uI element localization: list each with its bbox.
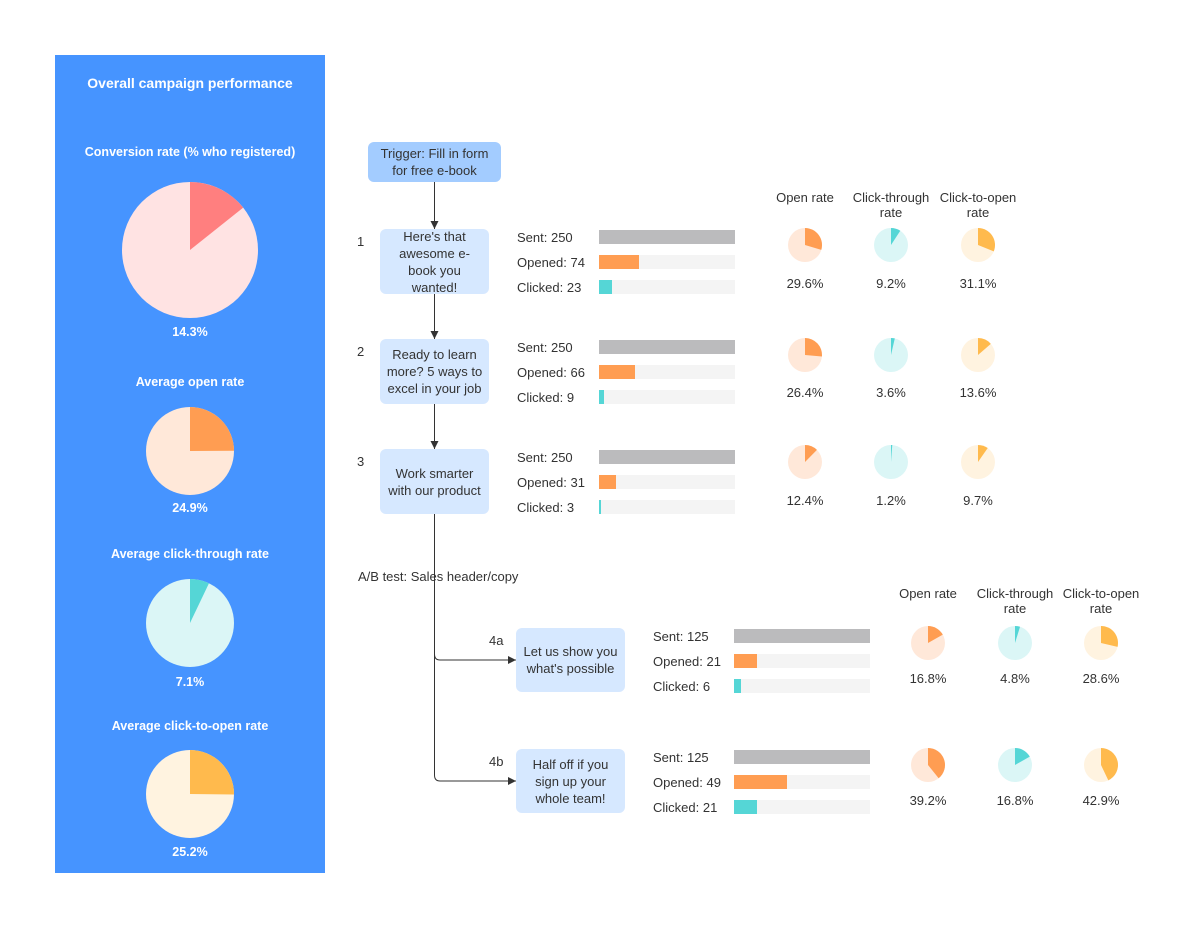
- sent-bar-fill: [599, 230, 735, 244]
- opened-bar-track: [599, 475, 735, 489]
- step-number: 4a: [489, 633, 504, 648]
- sent-label: Sent: 250: [517, 450, 573, 465]
- email-box: Ready to learn more? 5 ways to excel in …: [380, 339, 489, 404]
- ctr-value: 4.8%: [1000, 671, 1030, 686]
- cto-pie: [961, 445, 995, 479]
- opened-label: Opened: 49: [653, 775, 721, 790]
- opened-bar-fill: [599, 365, 635, 379]
- ctr-pie: [998, 748, 1032, 782]
- open-value: 39.2%: [909, 793, 947, 808]
- ctr-value: 1.2%: [876, 493, 906, 508]
- connector-line: [434, 653, 516, 661]
- arrow-head: [508, 656, 516, 664]
- sent-bar-fill: [599, 450, 735, 464]
- opened-label: Opened: 74: [517, 255, 585, 270]
- arrow-head: [430, 441, 439, 449]
- clicked-bar-fill: [599, 500, 601, 514]
- sent-bar-fill: [734, 750, 870, 764]
- clicked-label: Clicked: 23: [517, 280, 582, 295]
- ctr-value: 9.2%: [876, 276, 906, 291]
- clicked-bar-track: [599, 280, 735, 294]
- email-box: Let us show you what's possible: [516, 628, 625, 692]
- column-header-cto: Click-to-open rate: [939, 190, 1017, 220]
- email-box: Here's that awesome e-book you wanted!: [380, 229, 489, 295]
- opened-label: Opened: 66: [517, 365, 585, 380]
- open-pie: [788, 445, 822, 479]
- opened-bar-fill: [734, 775, 788, 789]
- opened-bar-fill: [599, 255, 640, 269]
- clicked-bar-track: [599, 500, 735, 514]
- opened-bar-fill: [599, 475, 616, 489]
- sent-label: Sent: 125: [653, 750, 709, 765]
- clicked-label: Clicked: 21: [653, 800, 718, 815]
- clicked-bar-fill: [599, 390, 604, 404]
- clicked-bar-fill: [734, 800, 757, 814]
- arrow-head: [430, 331, 439, 339]
- clicked-label: Clicked: 3: [517, 500, 575, 515]
- ctr-value: 16.8%: [996, 793, 1034, 808]
- cto-value: 28.6%: [1082, 671, 1120, 686]
- sent-bar-fill: [599, 340, 735, 354]
- column-header-open: Open rate: [776, 190, 834, 205]
- clicked-bar-fill: [599, 280, 612, 294]
- cto-value: 13.6%: [959, 385, 997, 400]
- opened-bar-fill: [734, 654, 757, 668]
- open-value: 16.8%: [909, 671, 947, 686]
- clicked-label: Clicked: 6: [653, 679, 711, 694]
- column-header-ctr: Click-through rate: [976, 586, 1054, 616]
- email-box: Half off if you sign up your whole team!: [516, 749, 625, 813]
- sent-label: Sent: 250: [517, 230, 573, 245]
- clicked-bar-track: [599, 390, 735, 404]
- cto-value: 31.1%: [959, 276, 997, 291]
- ctr-pie: [874, 338, 908, 372]
- clicked-bar-fill: [734, 679, 741, 693]
- sent-label: Sent: 125: [653, 629, 709, 644]
- open-pie: [788, 228, 822, 262]
- cto-pie: [1084, 626, 1118, 660]
- arrow-head: [508, 777, 516, 785]
- open-pie: [788, 338, 822, 372]
- connector-line: [434, 513, 516, 782]
- sent-bar-fill: [734, 629, 870, 643]
- step-number: 4b: [489, 754, 504, 769]
- email-box: Work smarter with our product: [380, 449, 489, 514]
- ctr-value: 3.6%: [876, 385, 906, 400]
- step-number: 1: [357, 234, 365, 249]
- cto-pie: [1084, 748, 1118, 782]
- cto-pie: [961, 338, 995, 372]
- ab-test-label: A/B test: Sales header/copy: [358, 569, 519, 584]
- open-pie-slice: [805, 338, 822, 357]
- open-pie: [911, 626, 945, 660]
- clicked-label: Clicked: 9: [517, 390, 575, 405]
- open-value: 29.6%: [786, 276, 824, 291]
- open-value: 12.4%: [786, 493, 824, 508]
- cto-value: 42.9%: [1082, 793, 1120, 808]
- cto-pie: [961, 228, 995, 262]
- sent-label: Sent: 250: [517, 340, 573, 355]
- open-pie: [911, 748, 945, 782]
- clicked-bar-track: [734, 679, 870, 693]
- step-number: 3: [357, 454, 365, 469]
- step-number: 2: [357, 344, 365, 359]
- cto-value: 9.7%: [963, 493, 993, 508]
- opened-label: Opened: 21: [653, 654, 721, 669]
- ctr-pie: [998, 626, 1032, 660]
- column-header-open: Open rate: [899, 586, 957, 601]
- open-value: 26.4%: [786, 385, 824, 400]
- opened-label: Opened: 31: [517, 475, 585, 490]
- ctr-pie: [874, 445, 908, 479]
- ctr-pie: [874, 228, 908, 262]
- column-header-cto: Click-to-open rate: [1062, 586, 1140, 616]
- column-header-ctr: Click-through rate: [852, 190, 930, 220]
- trigger-box: Trigger: Fill in form for free e-book: [368, 142, 501, 182]
